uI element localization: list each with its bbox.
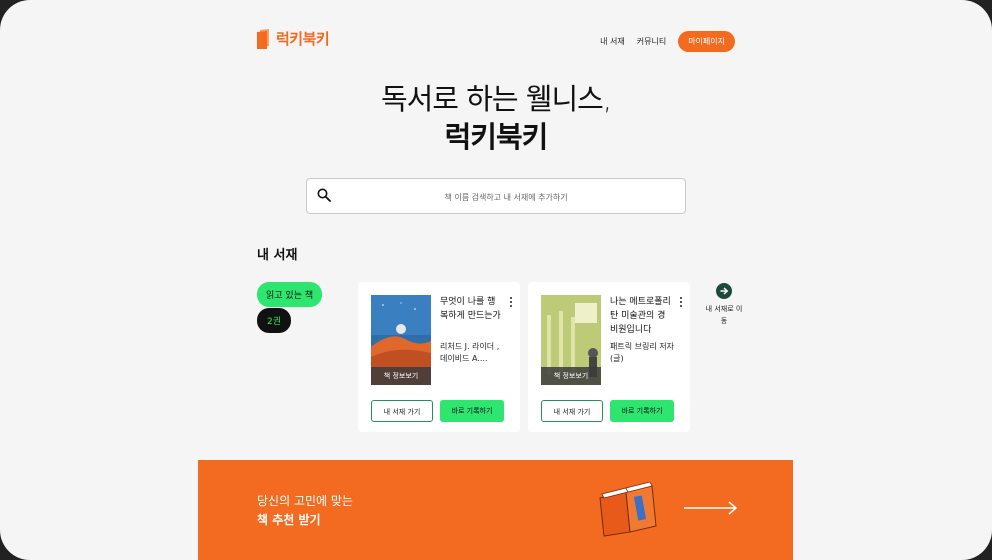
mypage-button[interactable]: 마이페이지 [678,31,735,52]
record-now-button[interactable]: 바로 기록하기 [440,400,504,422]
book-card: 책 정보보기 무엇이 나를 행복하게 만드는가 리처드 J. 라이더 , 데이비… [358,282,520,432]
more-options-icon[interactable] [677,296,685,310]
nav-my-shelf[interactable]: 내 서재 [600,36,625,47]
more-options-icon[interactable] [507,296,515,310]
book-card: 책 정보보기 나는 메트로폴리탄 미술관의 경비원입니다 패트릭 브링리 저자(… [528,282,690,432]
arrow-right-icon [716,283,732,299]
book-count-badge: 2권 [257,308,292,333]
book-author: 리처드 J. 라이더 , 데이비드 A.... [440,342,500,363]
book-cover[interactable]: 책 정보보기 [541,295,601,385]
search-input[interactable] [337,179,675,215]
logo[interactable]: 럭키북키 [257,28,330,49]
cover-info-button[interactable]: 책 정보보기 [541,367,601,385]
recommendation-banner[interactable]: 당신의 고민에 맞는 책 추천 받기 [198,460,793,560]
open-book-icon [599,482,657,537]
long-arrow-right-icon [684,501,738,515]
cover-info-button[interactable]: 책 정보보기 [371,367,431,385]
record-now-button[interactable]: 바로 기록하기 [610,400,674,422]
book-title[interactable]: 나는 메트로폴리탄 미술관의 경비원입니다 [610,295,672,337]
go-to-shelf-link[interactable]: 내 서재로 이동 [704,283,744,327]
book-title[interactable]: 무엇이 나를 행복하게 만드는가 [440,295,502,323]
banner-title: 책 추천 받기 [257,513,321,527]
book-search-bar [306,178,686,215]
top-nav: 내 서재 커뮤니티 마이페이지 [600,31,735,52]
hero-heading: 독서로 하는 웰니스, [380,82,612,116]
go-to-shelf-label: 내 서재로 이동 [705,305,743,325]
shelf-section-title: 내 서재 [257,248,298,263]
search-icon[interactable] [317,188,331,202]
book-cover[interactable]: 책 정보보기 [371,295,431,385]
book-author: 패트릭 브링리 저자(글) [610,342,674,363]
go-to-shelf-button[interactable]: 내 서재 가기 [541,400,603,422]
go-to-shelf-button[interactable]: 내 서재 가기 [371,400,433,422]
banner-subtitle: 당신의 고민에 맞는 [257,494,353,508]
page: 럭키북키 내 서재 커뮤니티 마이페이지 독서로 하는 웰니스, 럭키북키 내 … [0,0,992,560]
logo-text: 럭키북키 [276,30,330,48]
nav-community[interactable]: 커뮤니티 [637,36,666,47]
hero-brand-heading: 럭키북키 [444,120,549,154]
book-logo-icon [257,28,269,49]
reading-status-badge: 읽고 있는 책 [257,282,323,307]
